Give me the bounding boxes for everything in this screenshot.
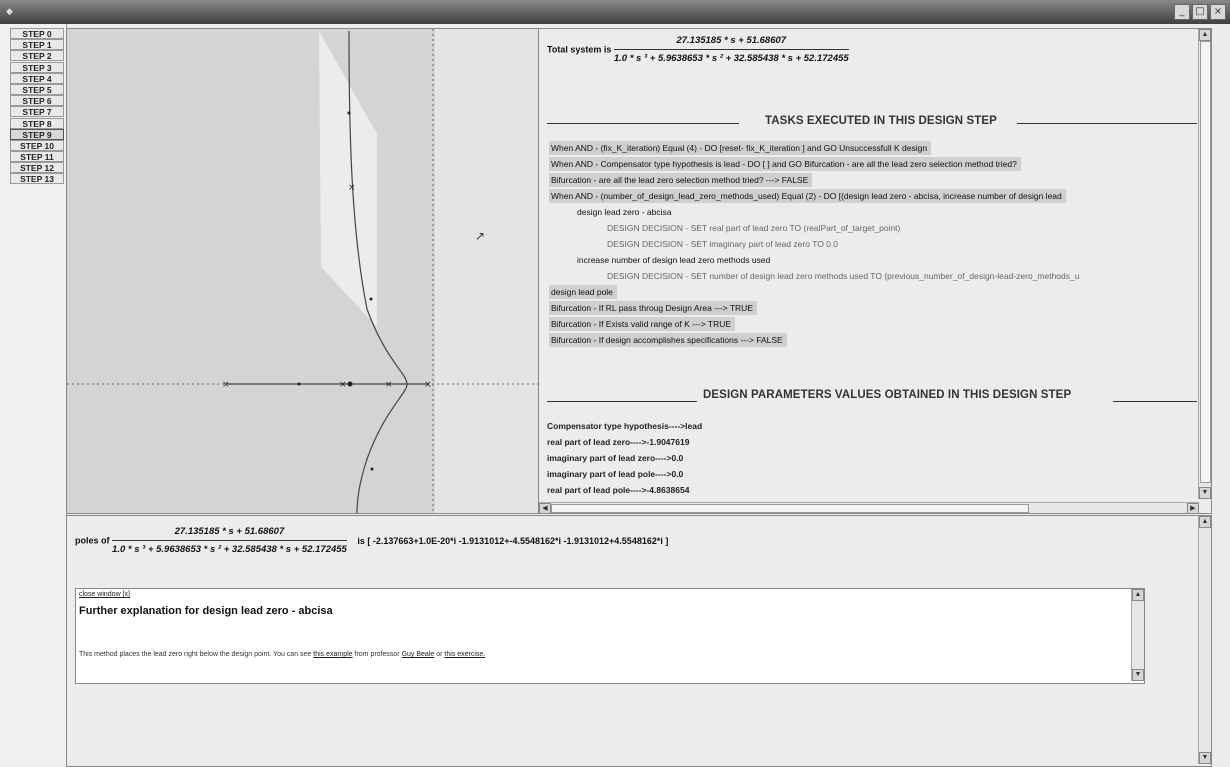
task-row: When AND - (fix_K_iteration) Equal (4) -… [549, 141, 932, 155]
guy-beale-link[interactable]: Guy Beale [402, 651, 435, 658]
step-5-button[interactable]: STEP 5 [10, 83, 64, 95]
pole-marker-3: × [385, 380, 393, 390]
total-system-fraction: 27.135185 * s + 51.68607 1.0 * s ³ + 5.9… [613, 35, 849, 64]
design-area-region [319, 31, 377, 327]
param-real-lead-zero: real part of lead zero---->-1.9047619 [547, 437, 690, 447]
pole-marker-1: × [222, 380, 230, 390]
task-row: DESIGN DECISION - SET imaginary part of … [607, 239, 839, 249]
scroll-right-arrow[interactable]: ▶ [1187, 503, 1199, 513]
total-system-label: Total system is [547, 44, 612, 55]
explanation-text-2: from professor [352, 651, 402, 658]
maximize-button[interactable]: □ [1192, 4, 1208, 20]
explanation-text-3: or [434, 651, 445, 658]
scroll-up-arrow[interactable]: ▲ [1199, 29, 1211, 41]
task-row: Bifurcation - are all the lead zero sele… [549, 173, 813, 187]
vertical-scroll-thumb[interactable] [1200, 41, 1211, 483]
step-12-button[interactable]: STEP 12 [10, 162, 64, 174]
tasks-heading-rule-right [1017, 123, 1197, 124]
explanation-scroll-up[interactable]: ▲ [1132, 589, 1144, 601]
params-heading-rule-right [1113, 401, 1197, 402]
minimize-button[interactable]: _ [1174, 4, 1190, 20]
param-imag-lead-pole: imaginary part of lead pole---->0.0 [547, 469, 684, 479]
step-9-button[interactable]: STEP 9 [10, 128, 64, 140]
poles-denominator: 1.0 * s ³ + 5.9638653 * s ² + 32.585438 … [112, 544, 347, 555]
locus-dot-4 [297, 382, 301, 386]
param-imag-lead-zero: imaginary part of lead zero---->0.0 [547, 453, 684, 463]
pole-marker-4: × [424, 380, 432, 390]
scroll-left-arrow[interactable]: ◀ [539, 503, 551, 513]
step-10-button[interactable]: STEP 10 [10, 139, 64, 151]
example-link[interactable]: this example [313, 651, 352, 658]
close-button[interactable]: × [1210, 4, 1226, 20]
step-7-button[interactable]: STEP 7 [10, 106, 64, 118]
poles-expression: poles of 27.135185 * s + 51.68607 1.0 * … [75, 526, 668, 555]
total-system-numerator: 27.135185 * s + 51.68607 [613, 35, 849, 50]
step-0-button[interactable]: STEP 0 [10, 28, 64, 39]
horizontal-scroll-thumb[interactable] [551, 504, 1029, 513]
total-system: Total system is 27.135185 * s + 51.68607… [547, 35, 849, 64]
task-row: DESIGN DECISION - SET number of design l… [607, 271, 1080, 281]
param-compensator-type: Compensator type hypothesis---->lead [547, 421, 703, 431]
window-controls: _ □ × [1174, 4, 1226, 20]
panel-vertical-scrollbar[interactable]: ▲ ▼ [1198, 29, 1211, 499]
locus-dot-3 [370, 467, 374, 471]
poles-label: poles of [75, 535, 110, 546]
bottom-scroll-down[interactable]: ▼ [1199, 752, 1211, 764]
step-11-button[interactable]: STEP 11 [10, 151, 64, 163]
root-locus-svg: × × × × × [67, 29, 539, 513]
locus-dot-2 [369, 297, 373, 301]
tasks-heading: TASKS EXECUTED IN THIS DESIGN STEP [765, 115, 997, 127]
explanation-scrollbar[interactable]: ▲ ▼ [1131, 589, 1144, 681]
bottom-scroll-up[interactable]: ▲ [1199, 516, 1211, 528]
design-point-marker: × [348, 183, 356, 193]
explanation-title: Further explanation for design lead zero… [79, 605, 333, 617]
task-row: When AND - (number_of_design_lead_zero_m… [549, 189, 1066, 203]
locus-dot-1 [347, 111, 351, 115]
mouse-cursor-icon: ↗ [475, 229, 486, 243]
window-titlebar: ◆ _ □ × [0, 0, 1230, 24]
params-heading-rule-left [547, 401, 697, 402]
poles-fraction: 27.135185 * s + 51.68607 1.0 * s ³ + 5.9… [112, 526, 347, 555]
poles-panel: poles of 27.135185 * s + 51.68607 1.0 * … [66, 515, 1212, 767]
explanation-text-1: This method places the lead zero right b… [79, 651, 314, 658]
poles-result: is [ -2.137663+1.0E-20*i -1.9131012+-4.5… [357, 535, 669, 546]
exercise-link[interactable]: this exercise. [444, 651, 485, 658]
param-real-lead-pole: real part of lead pole---->-4.8638654 [547, 485, 690, 495]
step-13-button[interactable]: STEP 13 [10, 173, 64, 185]
root-locus-plot[interactable]: × × × × × ↗ [66, 28, 540, 514]
design-step-panel: Total system is 27.135185 * s + 51.68607… [538, 28, 1212, 514]
step-2-button[interactable]: STEP 2 [10, 50, 64, 62]
scroll-down-arrow[interactable]: ▼ [1199, 487, 1211, 499]
task-row: design lead pole [549, 285, 617, 299]
explanation-scroll-down[interactable]: ▼ [1132, 669, 1144, 681]
step-4-button[interactable]: STEP 4 [10, 72, 64, 84]
task-row: DESIGN DECISION - SET real part of lead … [607, 223, 901, 233]
zero-marker [347, 381, 353, 387]
task-row: design lead zero - abcisa [577, 207, 672, 217]
step-3-button[interactable]: STEP 3 [10, 61, 64, 73]
close-window-link[interactable]: close window [x] [79, 591, 130, 598]
step-8-button[interactable]: STEP 8 [10, 117, 64, 129]
explanation-box: close window [x] Further explanation for… [75, 588, 1145, 684]
java-icon: ◆ [6, 6, 13, 16]
explanation-body: This method places the lead zero right b… [79, 651, 485, 658]
pole-marker-2: × [339, 380, 347, 390]
task-row: Bifurcation - If RL pass throug Design A… [549, 301, 757, 315]
panel-horizontal-scrollbar[interactable]: ◀ ▶ [539, 502, 1199, 513]
params-heading: DESIGN PARAMETERS VALUES OBTAINED IN THI… [703, 389, 1072, 401]
task-row: Bifurcation - If design accomplishes spe… [549, 333, 787, 347]
step-1-button[interactable]: STEP 1 [10, 39, 64, 51]
total-system-denominator: 1.0 * s ³ + 5.9638653 * s ² + 32.585438 … [613, 53, 849, 64]
bottom-panel-scrollbar[interactable]: ▲ ▼ [1198, 516, 1211, 764]
step-list: STEP 0 STEP 1 STEP 2 STEP 3 STEP 4 STEP … [10, 28, 64, 185]
poles-numerator: 27.135185 * s + 51.68607 [112, 526, 347, 541]
tasks-heading-rule-left [547, 123, 739, 124]
step-6-button[interactable]: STEP 6 [10, 95, 64, 107]
task-row: increase number of design lead zero meth… [577, 255, 771, 265]
task-row: Bifurcation - If Exists valid range of K… [549, 317, 736, 331]
task-row: When AND - Compensator type hypothesis i… [549, 157, 1021, 171]
